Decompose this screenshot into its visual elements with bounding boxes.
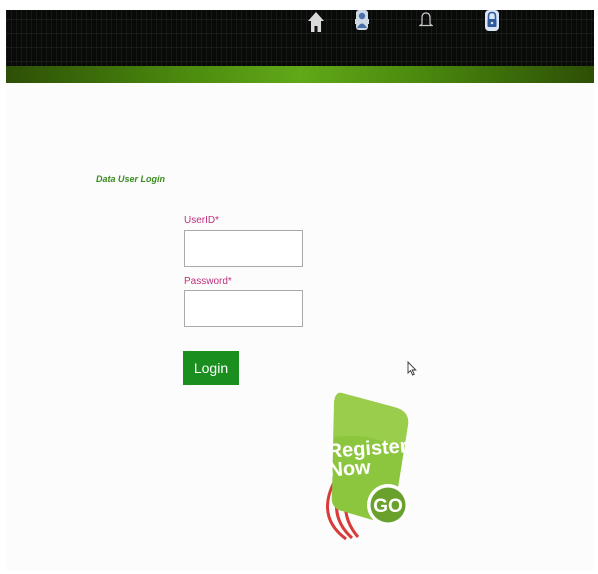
page-frame: Data User Login UserID* Password* Login … (6, 10, 594, 571)
login-button[interactable]: Login (183, 351, 239, 385)
green-header-band (6, 66, 594, 83)
login-title: Data User Login (96, 174, 166, 184)
lock-icon[interactable] (484, 10, 500, 31)
password-label: Password* (184, 276, 232, 287)
user-icon[interactable] (354, 10, 370, 30)
userid-input[interactable] (184, 230, 303, 267)
home-icon[interactable] (308, 12, 324, 32)
top-navigation-bar (6, 10, 594, 66)
userid-label: UserID* (184, 215, 220, 226)
badge-text-go: GO (373, 496, 403, 517)
password-input[interactable] (184, 290, 303, 327)
register-now-badge[interactable]: Register Now GO (320, 391, 412, 541)
badge-text-now: Now (328, 457, 372, 482)
mouse-cursor-icon (407, 361, 417, 376)
bell-icon[interactable] (419, 12, 433, 28)
